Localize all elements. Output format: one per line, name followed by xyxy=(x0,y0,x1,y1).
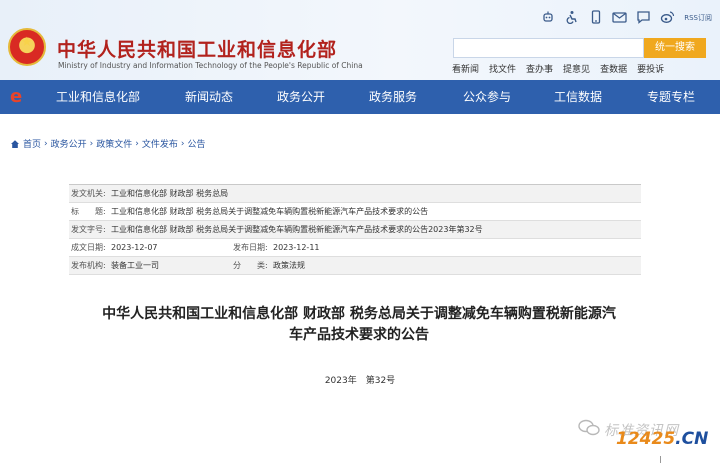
quick-link-data[interactable]: 查数据 xyxy=(600,62,627,75)
watermark-url: 12425.CN xyxy=(616,429,708,449)
breadcrumb-gov-info[interactable]: 政务公开 xyxy=(51,137,87,150)
nav-item-services[interactable]: 政务服务 xyxy=(369,80,417,114)
message-icon[interactable] xyxy=(636,10,651,25)
category-value: 政策法规 xyxy=(273,261,305,270)
nav-item-gov-info[interactable]: 政务公开 xyxy=(277,80,325,114)
org-label: 发布机构: xyxy=(71,261,106,270)
info-row-dates: 成文日期: 2023-12-07 发布日期: 2023-12-11 xyxy=(69,239,641,257)
nav-item-participation[interactable]: 公众参与 xyxy=(463,80,511,114)
breadcrumb: 首页 › 政务公开 › 政策文件 › 文件发布 › 公告 xyxy=(10,137,206,150)
breadcrumb-notice[interactable]: 公告 xyxy=(188,137,206,150)
accessibility-icon[interactable] xyxy=(564,10,579,25)
nav-item-miit[interactable]: 工业和信息化部 xyxy=(56,80,140,114)
scrollbar-edge xyxy=(660,456,668,463)
info-row-issuer: 发文机关: 工业和信息化部 财政部 税务总局 xyxy=(69,185,641,203)
issuer-label: 发文机关: xyxy=(71,189,106,198)
title-value: 工业和信息化部 财政部 税务总局关于调整减免车辆购置税新能源汽车产品技术要求的公… xyxy=(111,207,429,216)
site-header: 中华人民共和国工业和信息化部 Ministry of Industry and … xyxy=(0,0,720,80)
main-nav: e 工业和信息化部 新闻动态 政务公开 政务服务 公众参与 工信数据 专题专栏 xyxy=(0,80,720,114)
quick-link-complaint[interactable]: 要投诉 xyxy=(637,62,664,75)
nav-item-news[interactable]: 新闻动态 xyxy=(185,80,233,114)
nav-item-data[interactable]: 工信数据 xyxy=(554,80,602,114)
title-label: 标 题: xyxy=(71,207,106,216)
document-title: 中华人民共和国工业和信息化部 财政部 税务总局关于调整减免车辆购置税新能源汽 车… xyxy=(66,304,652,346)
info-row-docno: 发文字号: 工业和信息化部 财政部 税务总局关于调整减免车辆购置税新能源汽车产品… xyxy=(69,221,641,239)
category-label: 分 类: xyxy=(233,261,268,270)
breadcrumb-separator: › xyxy=(180,138,185,149)
docno-label: 发文字号: xyxy=(71,225,106,234)
quick-link-files[interactable]: 找文件 xyxy=(489,62,516,75)
created-date-value: 2023-12-07 xyxy=(111,243,158,252)
site-subtitle: Ministry of Industry and Information Tec… xyxy=(58,61,363,70)
document-info-table: 发文机关: 工业和信息化部 财政部 税务总局 标 题: 工业和信息化部 财政部 … xyxy=(69,184,641,275)
national-emblem-icon xyxy=(8,28,46,66)
quick-link-services[interactable]: 查办事 xyxy=(526,62,553,75)
watermark-url-domain: .CN xyxy=(675,429,709,449)
issuer-value: 工业和信息化部 财政部 税务总局 xyxy=(111,189,229,198)
document-title-line2: 车产品技术要求的公告 xyxy=(289,327,429,343)
weibo-icon[interactable] xyxy=(660,10,675,25)
nav-logo-icon[interactable]: e xyxy=(10,87,28,107)
published-date-value: 2023-12-11 xyxy=(273,243,320,252)
breadcrumb-separator: › xyxy=(44,138,48,149)
document-title-line1: 中华人民共和国工业和信息化部 财政部 税务总局关于调整减免车辆购置税新能源汽 xyxy=(102,306,616,322)
robot-icon[interactable] xyxy=(540,10,555,25)
rss-link[interactable]: RSS订阅 xyxy=(684,13,712,23)
wechat-icon xyxy=(578,419,600,436)
document-number: 2023年 第32号 xyxy=(324,376,396,386)
watermark-url-number: 12425 xyxy=(616,429,676,449)
site-title[interactable]: 中华人民共和国工业和信息化部 xyxy=(57,35,337,62)
breadcrumb-separator: › xyxy=(89,138,94,149)
search-input[interactable] xyxy=(453,38,644,58)
info-row-org: 发布机构: 装备工业一司 分 类: 政策法规 xyxy=(69,257,641,275)
breadcrumb-separator: › xyxy=(135,138,139,149)
breadcrumb-home[interactable]: 首页 xyxy=(23,137,41,150)
breadcrumb-policy[interactable]: 政策文件 xyxy=(96,137,132,150)
docno-value: 工业和信息化部 财政部 税务总局关于调整减免车辆购置税新能源汽车产品技术要求的公… xyxy=(111,225,483,234)
quick-links: 看新闻 找文件 查办事 提意见 查数据 要投诉 xyxy=(452,62,664,75)
nav-item-topics[interactable]: 专题专栏 xyxy=(647,80,695,114)
published-date-label: 发布日期: xyxy=(233,243,268,252)
quick-link-feedback[interactable]: 提意见 xyxy=(563,62,590,75)
search-button[interactable]: 统一搜索 xyxy=(644,38,706,58)
top-icon-bar: RSS订阅 xyxy=(540,10,712,25)
info-row-title: 标 题: 工业和信息化部 财政部 税务总局关于调整减免车辆购置税新能源汽车产品技… xyxy=(69,203,641,221)
breadcrumb-release[interactable]: 文件发布 xyxy=(142,137,178,150)
quick-link-news[interactable]: 看新闻 xyxy=(452,62,479,75)
created-date-label: 成文日期: xyxy=(71,243,106,252)
org-value: 装备工业一司 xyxy=(111,261,159,270)
mail-icon[interactable] xyxy=(612,10,627,25)
mobile-icon[interactable] xyxy=(588,10,603,25)
home-icon xyxy=(11,139,19,148)
